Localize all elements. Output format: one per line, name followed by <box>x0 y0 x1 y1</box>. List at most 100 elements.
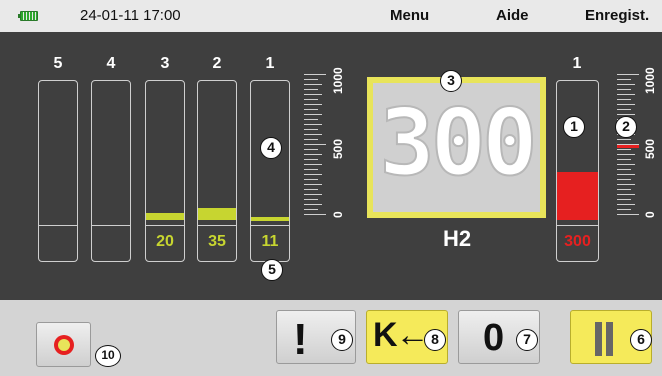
column-number: 5 <box>53 55 63 72</box>
callout-2: 2 <box>615 116 637 138</box>
column-tube-2[interactable]: 35 <box>197 80 237 262</box>
tube-value: 35 <box>208 233 226 250</box>
scale-tick <box>304 209 318 210</box>
scale-tick <box>617 99 631 100</box>
scale-tick <box>617 94 635 95</box>
zero-icon: 0 <box>483 317 505 359</box>
scale-tick <box>304 139 318 140</box>
scale-tick <box>617 104 635 105</box>
scale-tick <box>304 204 322 205</box>
scale-tick <box>304 149 318 150</box>
callout-3: 3 <box>440 70 462 92</box>
scale-tick <box>617 114 635 115</box>
scale-tick <box>617 79 631 80</box>
scale-tick <box>617 209 631 210</box>
scale-tick <box>617 184 635 185</box>
scale-tick <box>304 99 318 100</box>
scale-label-0: 0 <box>643 211 657 218</box>
tube-divider <box>92 225 130 226</box>
column-tube-5[interactable] <box>38 80 78 262</box>
menu-button[interactable]: Menu <box>390 7 429 24</box>
scale-tick <box>304 119 318 120</box>
scale-tick <box>304 134 322 135</box>
callout-4: 4 <box>260 137 282 159</box>
scale-label-1000: 1000 <box>331 67 345 94</box>
scale-tick <box>617 159 631 160</box>
tube-fill <box>198 208 236 220</box>
main-reading-display: 300 <box>367 77 546 218</box>
datetime: 24-01-11 17:00 <box>80 7 181 24</box>
scale-label-0: 0 <box>331 211 345 218</box>
callout-8: 8 <box>424 329 446 351</box>
scale-tick <box>304 164 322 165</box>
tube-fill <box>251 217 289 221</box>
help-button[interactable]: Aide <box>496 7 529 24</box>
scale-tick <box>617 169 631 170</box>
column-tube-3[interactable]: 20 <box>145 80 185 262</box>
column-number: 1 <box>265 55 275 72</box>
scale-tick <box>304 184 322 185</box>
right-column-number: 1 <box>572 55 582 72</box>
scale-tick <box>617 164 635 165</box>
scale-tick <box>617 154 635 155</box>
scale-tick <box>304 144 326 145</box>
status-bar: 24-01-11 17:00 Menu Aide Enregist. <box>0 0 662 32</box>
gas-name: H2 <box>442 226 472 251</box>
callout-5: 5 <box>261 259 283 281</box>
tube-fill <box>557 172 598 220</box>
scale-tick <box>304 214 326 215</box>
scale-tick <box>617 89 631 90</box>
scale-tick <box>617 74 639 75</box>
scale-tick <box>304 174 322 175</box>
scale-tick <box>304 84 322 85</box>
tube-value: 300 <box>564 233 591 250</box>
column-number: 2 <box>212 55 222 72</box>
scale-tick <box>617 139 631 140</box>
rewind-icon: K← <box>373 316 430 354</box>
callout-10: 10 <box>95 345 121 367</box>
tube-divider <box>146 225 184 226</box>
scale-tick <box>304 74 326 75</box>
tube-divider <box>39 225 77 226</box>
column-number: 3 <box>160 55 170 72</box>
callout-1: 1 <box>563 116 585 138</box>
scale-tick <box>304 94 322 95</box>
column-tube-4[interactable] <box>91 80 131 262</box>
scale-tick <box>304 189 318 190</box>
right-column-tube[interactable]: 300 <box>556 80 599 262</box>
scale-tick <box>304 129 318 130</box>
scale-label-500: 500 <box>643 138 657 159</box>
scale-tick <box>304 104 322 105</box>
tube-divider <box>251 225 289 226</box>
scale-tick <box>304 89 318 90</box>
record-button[interactable] <box>36 322 91 367</box>
tube-value: 20 <box>156 233 174 250</box>
scale-tick <box>304 124 322 125</box>
callout-7: 7 <box>516 329 538 351</box>
tube-divider <box>198 225 236 226</box>
scale-tick <box>617 149 631 150</box>
tube-value: 11 <box>261 233 279 250</box>
scale-tick <box>617 109 631 110</box>
right-scale <box>617 74 643 215</box>
scale-tick <box>304 169 318 170</box>
scale-tick <box>617 204 635 205</box>
scale-label-500: 500 <box>331 138 345 159</box>
scale-tick <box>617 84 635 85</box>
scale-tick <box>304 114 322 115</box>
scale-tick <box>617 179 631 180</box>
alarm-marker <box>617 145 639 148</box>
scale-tick <box>304 154 322 155</box>
scale-tick <box>617 174 635 175</box>
main-reading-value: 300 <box>378 88 538 197</box>
record-menu-button[interactable]: Enregist. <box>585 7 649 24</box>
tube-divider <box>557 225 598 226</box>
scale-tick <box>304 194 322 195</box>
scale-tick <box>617 214 639 215</box>
callout-9: 9 <box>331 329 353 351</box>
column-tube-1[interactable]: 11 <box>250 80 290 262</box>
tube-fill <box>146 213 184 220</box>
callout-6: 6 <box>630 329 652 351</box>
scale-tick <box>304 179 318 180</box>
record-icon <box>54 335 74 355</box>
